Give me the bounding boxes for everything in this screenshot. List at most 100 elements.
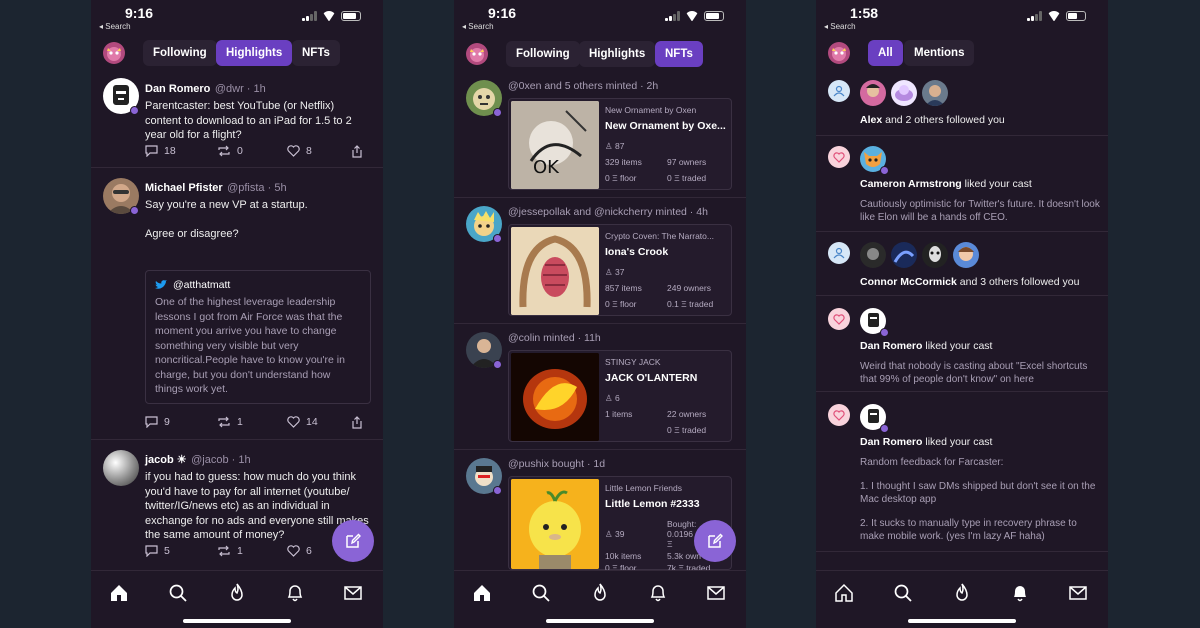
profile-avatar[interactable] (828, 42, 850, 64)
search-icon[interactable] (168, 583, 188, 603)
bell-icon[interactable] (1010, 583, 1030, 603)
person-icon (828, 80, 850, 102)
flame-icon[interactable] (227, 583, 247, 603)
nft-owners: 5.3k own (667, 551, 702, 561)
nft-mint-item[interactable]: @0xen and 5 others minted · 2h OK New Or… (454, 72, 746, 198)
flame-icon[interactable] (952, 583, 972, 603)
status-indicators (302, 11, 361, 21)
tab-highlights[interactable]: Highlights (216, 40, 293, 66)
author-handle: @jacob · 1h (191, 454, 251, 466)
tab-mentions[interactable]: Mentions (904, 40, 975, 66)
nft-items: 329 items (605, 157, 642, 167)
mail-icon[interactable] (1068, 583, 1088, 603)
nft-image (511, 353, 599, 441)
notification-text: Alex and 2 others followed you (860, 114, 1005, 126)
avatar[interactable] (891, 80, 917, 106)
nft-card[interactable]: OK New Ornament by Oxen New Ornament by … (508, 98, 732, 190)
actor-name: Dan Romero (860, 436, 923, 448)
status-indicators (665, 11, 724, 21)
share-button[interactable] (351, 145, 363, 158)
recast-button[interactable]: 1 (217, 545, 243, 557)
notification-follow[interactable]: Alex and 2 others followed you (816, 72, 1108, 136)
tab-highlights[interactable]: Highlights (579, 41, 656, 67)
nft-mint-item[interactable]: @colin minted · 11h STINGY JACK JACK O'L… (454, 324, 746, 450)
nft-owners: 249 owners (667, 283, 711, 293)
tab-following[interactable]: Following (506, 41, 580, 67)
compose-button[interactable] (694, 520, 736, 562)
bottom-nav (816, 570, 1108, 628)
tab-all[interactable]: All (868, 40, 903, 66)
nft-mint-item[interactable]: @pushix bought · 1d Little Lemon Friends… (454, 450, 746, 580)
avatar[interactable] (103, 450, 139, 486)
share-button[interactable] (351, 416, 363, 429)
notification-like[interactable]: Dan Romero liked your cast Random feedba… (816, 392, 1108, 552)
svg-text:OK: OK (533, 157, 560, 178)
avatar[interactable] (891, 242, 917, 268)
mail-icon[interactable] (706, 583, 726, 603)
avatar[interactable] (922, 80, 948, 106)
flame-icon[interactable] (590, 583, 610, 603)
nft-floor: 0 Ξ floor (605, 173, 637, 183)
recast-button[interactable]: 0 (217, 145, 243, 157)
like-button[interactable]: 6 (287, 545, 312, 557)
notification-text: Connor McCormick and 3 others followed y… (860, 276, 1080, 288)
post-actions: 18 0 8 (145, 145, 373, 161)
nft-card[interactable]: Crypto Coven: The Narrato... Iona's Croo… (508, 224, 732, 316)
reply-button[interactable]: 18 (145, 145, 176, 157)
profile-avatar[interactable] (103, 42, 125, 64)
post-dan-romero[interactable]: Dan Romero @dwr · 1h Parentcaster: best … (91, 72, 383, 168)
battery-icon (341, 11, 361, 21)
search-icon[interactable] (531, 583, 551, 603)
nft-mint-item[interactable]: @jessepollak and @nickcherry minted · 4h… (454, 198, 746, 324)
notification-follow[interactable]: Connor McCormick and 3 others followed y… (816, 232, 1108, 296)
avatar[interactable] (860, 242, 886, 268)
compose-button[interactable] (332, 520, 374, 562)
author-name[interactable]: Dan Romero (145, 83, 210, 95)
home-icon[interactable] (472, 583, 492, 603)
mail-icon[interactable] (343, 583, 363, 603)
nft-collection: New Ornament by Oxen (605, 105, 697, 115)
status-time: 9:16 (488, 5, 517, 21)
author-name[interactable]: jacob ☀ (145, 454, 187, 466)
reply-button[interactable]: 9 (145, 416, 170, 428)
bottom-nav (91, 570, 383, 628)
quoted-tweet[interactable]: @atthatmatt One of the highest leverage … (145, 270, 371, 404)
search-icon[interactable] (893, 583, 913, 603)
compose-icon (346, 533, 361, 548)
back-to-search[interactable]: ◂ Search (824, 22, 856, 31)
post-jacob[interactable]: jacob ☀ @jacob · 1h if you had to guess:… (91, 440, 383, 580)
profile-avatar[interactable] (466, 43, 488, 65)
heart-icon (828, 404, 850, 426)
liked-cast-text-3: 2. It sucks to manually type in recovery… (860, 518, 1077, 542)
tab-nfts[interactable]: NFTs (655, 41, 703, 67)
like-button[interactable]: 14 (287, 416, 318, 428)
tab-nfts[interactable]: NFTs (292, 40, 340, 66)
avatar[interactable] (922, 242, 948, 268)
post-michael-pfister[interactable]: Michael Pfister @pfista · 5h Say you're … (91, 168, 383, 440)
avatar[interactable] (860, 80, 886, 106)
bell-icon[interactable] (285, 583, 305, 603)
share-icon (352, 416, 362, 429)
nft-card[interactable]: Little Lemon Friends Little Lemon #2333 … (508, 476, 732, 573)
tab-following[interactable]: Following (143, 40, 217, 66)
twitter-icon (155, 280, 167, 289)
nft-card[interactable]: STINGY JACK JACK O'LANTERN ♙ 6 1 items 2… (508, 350, 732, 442)
notification-like[interactable]: Cameron Armstrong liked your cast Cautio… (816, 136, 1108, 232)
recast-button[interactable]: 1 (217, 416, 243, 428)
home-icon[interactable] (109, 583, 129, 603)
feed-tabs: Following Highlights NFTs (454, 41, 746, 67)
home-icon[interactable] (834, 583, 854, 603)
nft-traded: 0.1 Ξ traded (667, 299, 714, 309)
nft-traded: 0 Ξ traded (667, 173, 707, 183)
like-button[interactable]: 8 (287, 145, 312, 157)
author-name[interactable]: Michael Pfister (145, 182, 223, 194)
nft-items: 10k items (605, 551, 642, 561)
back-to-search[interactable]: ◂ Search (462, 22, 494, 31)
nft-name: Little Lemon #2333 (605, 498, 700, 510)
bell-icon[interactable] (648, 583, 668, 603)
notification-like[interactable]: Dan Romero liked your cast Weird that no… (816, 296, 1108, 392)
phone-highlights: 9:16 ◂ Search Following Highlights NFTs … (91, 0, 383, 628)
avatar[interactable] (953, 242, 979, 268)
reply-button[interactable]: 5 (145, 545, 170, 557)
back-to-search[interactable]: ◂ Search (99, 22, 131, 31)
